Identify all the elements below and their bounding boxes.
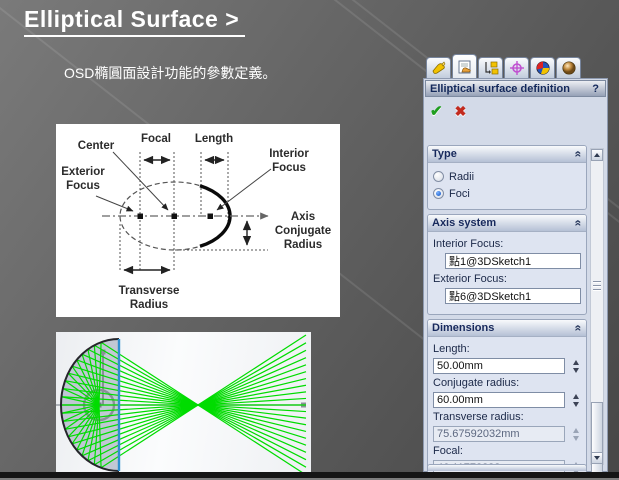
ellipse-parameter-diagram: Center Focal Length Interior Focus Exter… — [56, 124, 340, 317]
colored-sphere-icon — [535, 60, 551, 76]
panel-body: Elliptical surface definition ? ✔ ✖ Type… — [423, 78, 608, 472]
section-dimensions: Dimensions « Length: 50.00mm Conjugate r… — [427, 319, 587, 480]
interior-focus-field[interactable]: 點1@3DSketch1 — [445, 253, 581, 269]
property-sheet-hand-icon — [457, 59, 473, 75]
next-section-header-sliver[interactable] — [427, 464, 587, 471]
label-length: Length — [195, 133, 233, 145]
ray-trace-image — [56, 332, 311, 472]
conjugate-radius-spinner[interactable] — [570, 394, 581, 407]
scroll-down-button[interactable] — [591, 452, 603, 464]
collapse-chevron-icon: « — [574, 151, 584, 158]
scrollbar-grip-icon[interactable] — [593, 280, 601, 292]
ok-button[interactable]: ✔ — [430, 102, 443, 120]
help-button[interactable]: ? — [590, 83, 601, 95]
scrollbar-thumb[interactable] — [591, 402, 603, 480]
exterior-focus-label: Exterior Focus: — [433, 273, 581, 285]
focal-label: Focal: — [433, 445, 581, 457]
conjugate-radius-field[interactable]: 60.00mm — [433, 392, 565, 408]
panel-scrollbar[interactable] — [590, 148, 604, 465]
transverse-radius-label: Transverse radius: — [433, 411, 581, 423]
wrench-icon — [431, 60, 447, 76]
boxes-arrow-icon — [483, 60, 499, 76]
label-focal: Focal — [141, 133, 171, 145]
property-manager-panel: Elliptical surface definition ? ✔ ✖ Type… — [423, 55, 608, 472]
manager-tab-bar — [426, 55, 582, 78]
tab-feature-manager[interactable] — [426, 57, 451, 78]
conjugate-radius-label: Conjugate radius: — [433, 377, 581, 389]
svg-text:Focus: Focus — [272, 162, 306, 174]
tab-scene-manager[interactable] — [556, 57, 581, 78]
transverse-radius-field: 75.67592032mm — [433, 426, 565, 442]
radio-radii[interactable]: Radii — [433, 169, 581, 184]
length-field[interactable]: 50.00mm — [433, 358, 565, 374]
panel-sections: Type « Radii Foci — [427, 145, 587, 480]
page-title: Elliptical Surface > — [24, 6, 245, 37]
cancel-button[interactable]: ✖ — [455, 103, 467, 120]
interior-focus-label: Interior Focus: — [433, 238, 581, 250]
label-interior-focus: Interior — [269, 148, 309, 160]
section-axis-system: Axis system « Interior Focus: 點1@3DSketc… — [427, 214, 587, 315]
section-type: Type « Radii Foci — [427, 145, 587, 210]
section-axis-system-header[interactable]: Axis system « — [428, 215, 586, 232]
label-axis: Axis — [291, 211, 315, 223]
scroll-up-button[interactable] — [591, 149, 603, 161]
panel-action-row: ✔ ✖ — [424, 98, 607, 122]
length-label: Length: — [433, 343, 581, 355]
label-center: Center — [78, 140, 115, 152]
panel-title-bar: Elliptical surface definition ? — [425, 80, 606, 97]
tab-dimxpert-manager[interactable] — [504, 57, 529, 78]
length-spinner[interactable] — [570, 360, 581, 373]
svg-text:Radius: Radius — [284, 239, 322, 251]
tab-property-manager[interactable] — [452, 54, 477, 78]
slide-subtitle: OSD橢圓面設計功能的參數定義。 — [64, 63, 276, 83]
ray-trace-svg — [56, 332, 311, 472]
ellipse-diagram-svg: Center Focal Length Interior Focus Exter… — [56, 124, 340, 317]
gold-sphere-icon — [561, 60, 577, 76]
tab-display-manager[interactable] — [530, 57, 555, 78]
label-exterior-focus: Exterior — [61, 166, 105, 178]
presentation-slide: Elliptical Surface > OSD橢圓面設計功能的參數定義。 — [0, 0, 619, 480]
svg-text:Radius: Radius — [130, 299, 168, 311]
tab-configuration-manager[interactable] — [478, 57, 503, 78]
panel-title: Elliptical surface definition — [430, 83, 570, 95]
transverse-radius-spinner — [570, 428, 581, 441]
section-type-header[interactable]: Type « — [428, 146, 586, 163]
magenta-crosshair-icon — [509, 60, 525, 76]
radio-button-selected-icon[interactable] — [433, 188, 444, 199]
radio-foci[interactable]: Foci — [433, 186, 581, 201]
label-conjugate-radius: Conjugate — [275, 225, 331, 237]
collapse-chevron-icon: « — [574, 220, 584, 227]
section-dimensions-header[interactable]: Dimensions « — [428, 320, 586, 337]
radio-button-icon[interactable] — [433, 171, 444, 182]
exterior-focus-field[interactable]: 點6@3DSketch1 — [445, 288, 581, 304]
collapse-chevron-icon: « — [574, 325, 584, 332]
svg-text:Focus: Focus — [66, 180, 100, 192]
label-transverse-radius: Transverse — [119, 285, 180, 297]
